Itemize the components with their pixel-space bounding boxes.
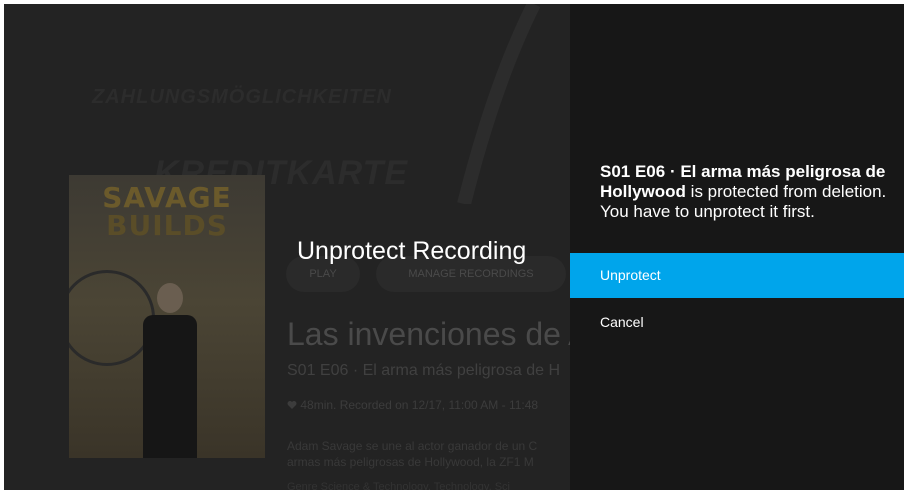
dialog-panel: S01 E06 · El arma más peligrosa de Holly… [570,4,904,490]
dialog-message: S01 E06 · El arma más peligrosa de Holly… [600,162,890,222]
heart-icon [287,401,297,409]
cancel-option-label: Cancel [600,314,644,330]
description: Adam Savage se une al actor ganador de u… [287,438,537,470]
background-arc-decoration [457,4,541,204]
show-poster: SAVAGE BUILDS [69,175,265,458]
episode-title: S01 E06 · El arma más peligrosa de H [287,362,561,379]
genre-line: Genre Science & Technology, Technology, … [287,481,510,490]
cancel-option[interactable]: Cancel [570,300,904,345]
genre-value: Science & Technology, Technology, Sci [320,481,510,490]
recorded-label: Recorded on [339,398,409,412]
show-title: Las invenciones de A [287,316,570,352]
background-watermark-text: ZAHLUNGSMÖGLICHKEITEN [92,86,392,108]
dialog-title: Unprotect Recording [297,237,527,265]
tv-screen: ZAHLUNGSMÖGLICHKEITEN KREDITKARTE SAVAGE… [4,4,904,490]
poster-person-figure [141,283,199,458]
genre-label: Genre [287,481,318,490]
description-line: Adam Savage se une al actor ganador de u… [287,439,538,453]
duration-text: 48min. [300,398,337,412]
poster-title-line: BUILDS [106,209,228,242]
description-line: armas más peligrosas de Hollywood, la ZF… [287,455,534,469]
recording-meta: 48min. Recorded on 12/17, 11:00 AM - 11:… [287,398,538,412]
unprotect-option-label: Unprotect [600,267,661,283]
recorded-value: 12/17, 11:00 AM - 11:48 [411,398,539,412]
unprotect-option[interactable]: Unprotect [570,253,904,298]
